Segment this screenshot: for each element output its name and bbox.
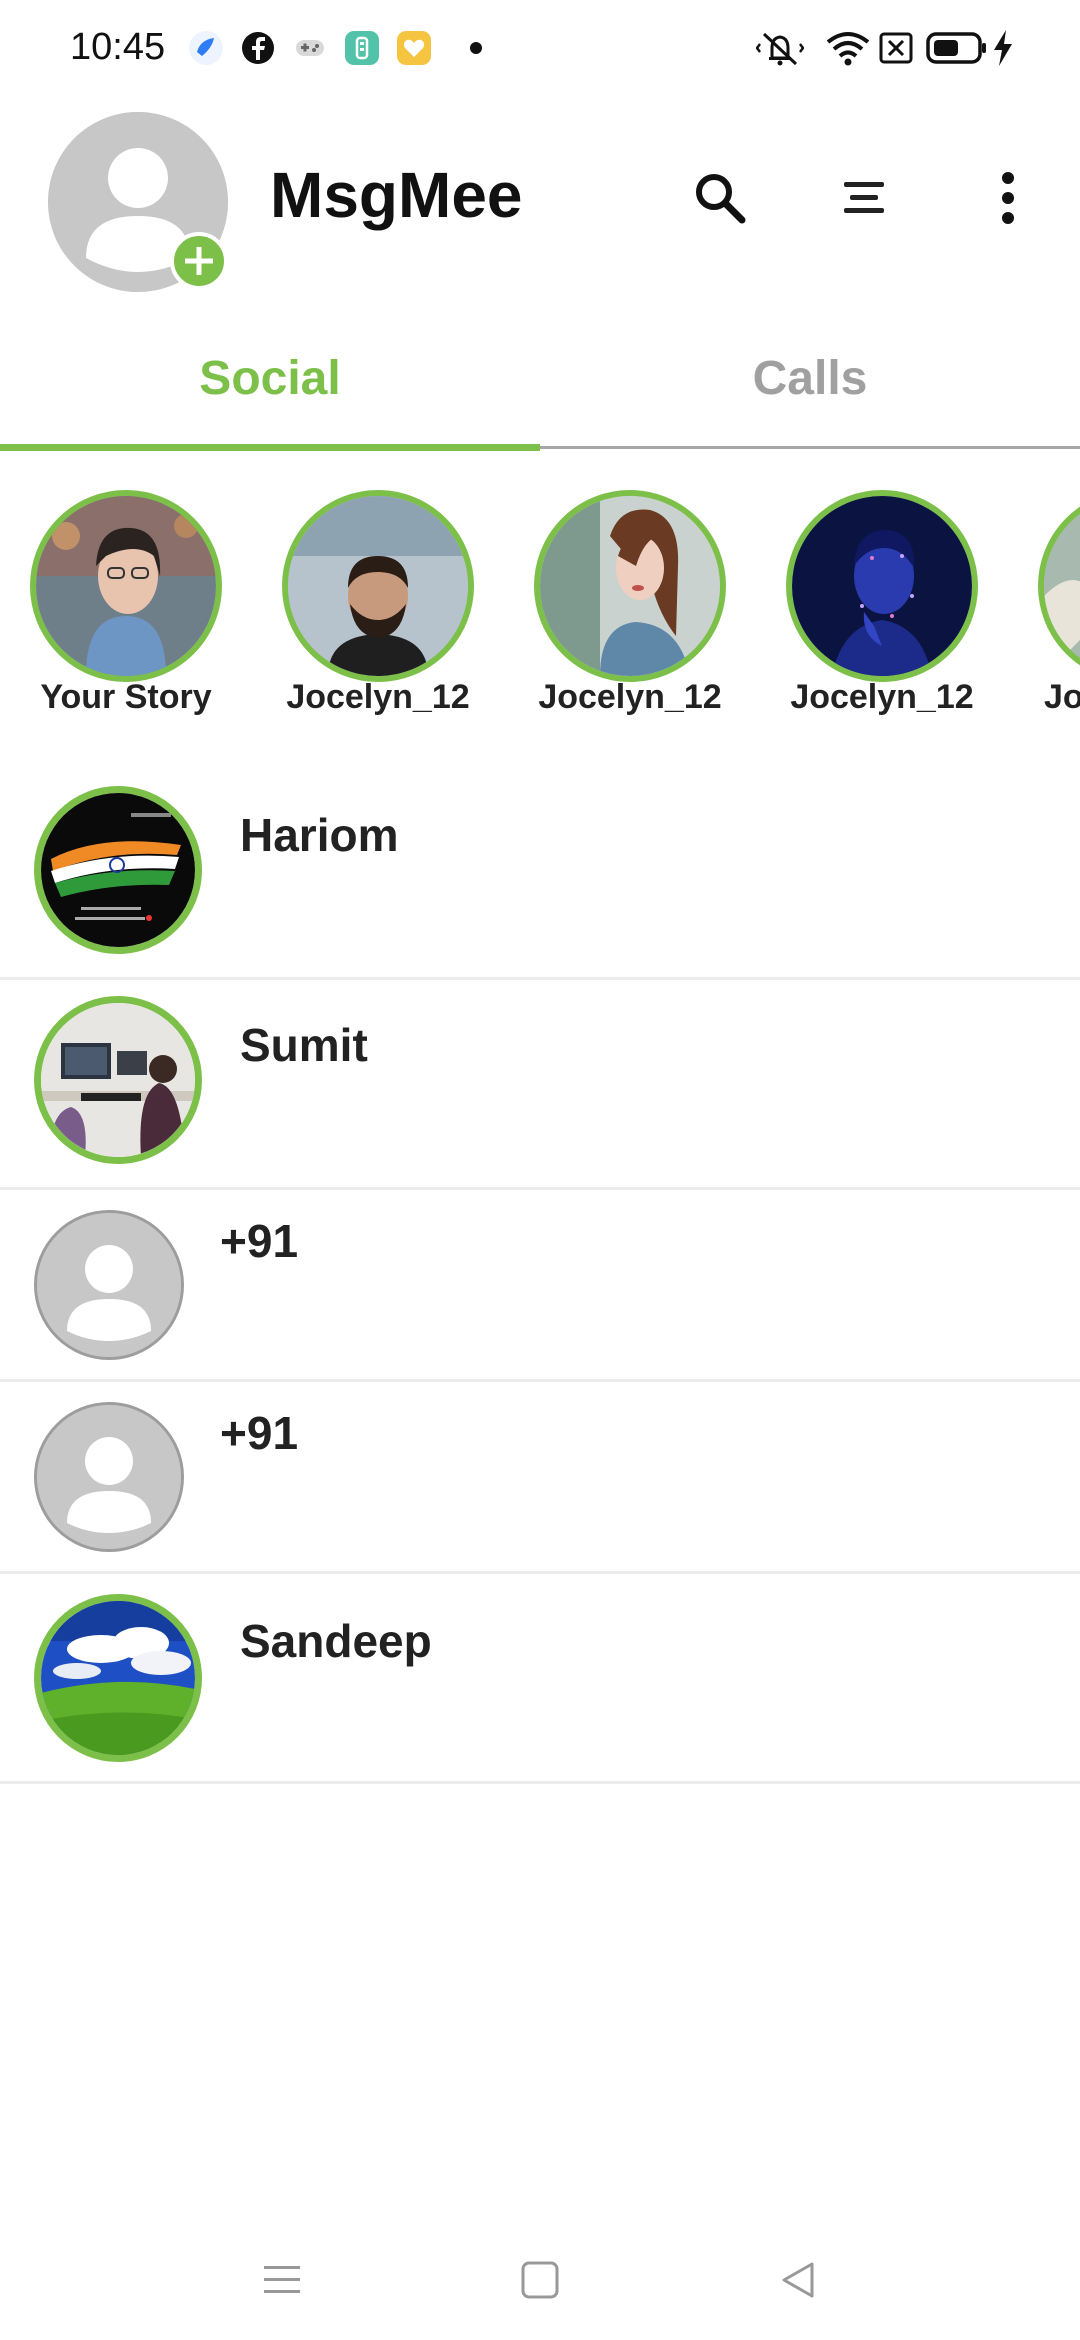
home-icon	[521, 2261, 559, 2299]
chat-avatar	[34, 1402, 184, 1552]
blue-glitter-portrait-photo	[792, 496, 972, 676]
tab-calls[interactable]: Calls	[540, 312, 1080, 444]
facebook-icon	[242, 32, 274, 64]
story-avatar	[30, 490, 222, 682]
story-item[interactable]: Jocelyn_12	[504, 486, 756, 736]
chat-avatar	[34, 996, 202, 1164]
chat-avatar	[34, 1594, 202, 1762]
story-item[interactable]: Your Story	[0, 486, 252, 736]
vibrate-mute-icon	[756, 32, 804, 66]
tab-bar: Social Calls	[0, 312, 1080, 452]
system-nav-bar	[0, 2220, 1080, 2340]
add-story-button[interactable]	[170, 232, 228, 290]
filter-icon	[844, 182, 884, 213]
app-header: MsgMee	[0, 100, 1080, 300]
chat-avatar	[34, 786, 202, 954]
woman-with-glasses-photo	[36, 496, 216, 676]
story-item[interactable]: Jo	[1008, 486, 1080, 736]
story-label: Jo	[1044, 678, 1080, 716]
charging-icon	[994, 30, 1012, 66]
yellow-heart-app-icon	[397, 31, 431, 65]
story-avatar	[282, 490, 474, 682]
gamepad-icon	[296, 40, 324, 56]
chat-name: Sumit	[240, 1019, 368, 1071]
bluebird-icon	[189, 31, 223, 65]
chat-name: +91	[220, 1407, 299, 1459]
chat-avatar	[34, 1210, 184, 1360]
default-person-icon	[37, 1213, 181, 1357]
default-person-icon	[37, 1405, 181, 1549]
chat-row[interactable]: +91	[0, 1190, 1080, 1382]
status-time: 10:45	[70, 26, 166, 68]
woman-profile-photo	[540, 496, 720, 676]
story-label: Jocelyn_12	[790, 678, 974, 716]
more-vert-icon	[1002, 172, 1014, 224]
story-item[interactable]: Jocelyn_12	[252, 486, 504, 736]
story-label: Your Story	[40, 678, 212, 716]
back-icon	[782, 2262, 814, 2298]
partial-story-photo	[1044, 496, 1080, 676]
filter-button[interactable]	[824, 158, 904, 238]
story-avatar	[534, 490, 726, 682]
chat-name: Sandeep	[240, 1615, 432, 1667]
tab-active-indicator	[0, 444, 540, 451]
home-button[interactable]	[500, 2250, 580, 2310]
recents-icon	[264, 2266, 300, 2293]
dot-icon	[470, 42, 482, 54]
story-label: Jocelyn_12	[538, 678, 722, 716]
office-desk-photo	[41, 1003, 195, 1157]
chat-list: Hariom Sumit +91 +91 Sandeep	[0, 770, 1080, 1784]
teal-app-icon	[345, 31, 379, 65]
chat-row[interactable]: Sandeep	[0, 1574, 1080, 1784]
recents-button[interactable]	[242, 2250, 322, 2310]
plus-icon	[185, 247, 213, 275]
story-avatar	[786, 490, 978, 682]
story-label: Jocelyn_12	[286, 678, 470, 716]
back-button[interactable]	[758, 2250, 838, 2310]
india-flag-image	[41, 793, 195, 947]
wifi-icon	[826, 32, 870, 66]
bearded-man-photo	[288, 496, 468, 676]
story-item[interactable]: Jocelyn_12	[756, 486, 1008, 736]
green-field-sky-photo	[41, 1601, 195, 1755]
tab-social[interactable]: Social	[0, 312, 540, 444]
chat-row[interactable]: Sumit	[0, 980, 1080, 1190]
app-title: MsgMee	[270, 159, 523, 231]
chat-row[interactable]: Hariom	[0, 770, 1080, 980]
story-avatar	[1038, 490, 1080, 682]
search-icon	[696, 174, 746, 224]
chat-name: Hariom	[240, 809, 399, 861]
status-bar: 10:45	[0, 0, 1080, 96]
screen: 10:45 MsgMee Social Calls Your Story Joc…	[0, 0, 1080, 2340]
chat-row[interactable]: +91	[0, 1382, 1080, 1574]
battery-icon	[926, 32, 986, 64]
chat-name: +91	[220, 1215, 299, 1267]
search-button[interactable]	[680, 158, 760, 238]
stories-strip[interactable]: Your Story Jocelyn_12 Jocelyn_12 Jocelyn…	[0, 486, 1080, 736]
more-options-button[interactable]	[968, 158, 1048, 238]
no-sim-icon	[879, 32, 913, 64]
